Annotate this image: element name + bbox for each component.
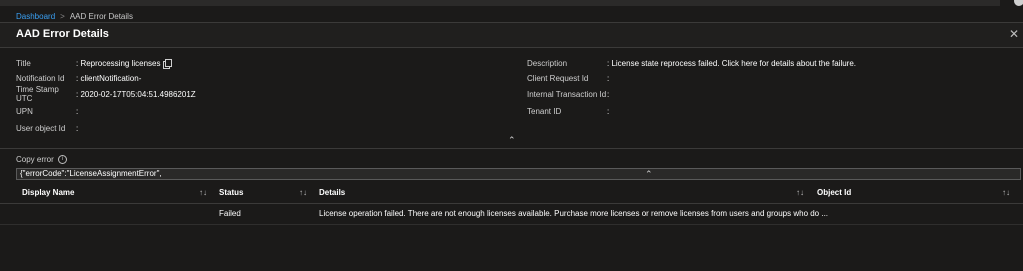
field-description: Description : License state reprocess fa… xyxy=(527,57,856,69)
table-header: Display Name ↑↓ Status ↑↓ Details ↑↓ Obj… xyxy=(0,183,1023,204)
section-divider xyxy=(0,148,1023,149)
top-bar xyxy=(0,0,1023,8)
field-label: User object Id xyxy=(16,123,66,133)
field-label: Notification Id xyxy=(16,73,65,83)
sort-icon[interactable]: ↑↓ xyxy=(796,188,804,197)
error-json-field[interactable]: {"errorCode":"LicenseAssignmentError", xyxy=(16,168,1021,180)
close-icon[interactable]: ✕ xyxy=(1009,27,1019,41)
field-label: Time Stamp UTC xyxy=(16,85,59,103)
error-details-section: Title : Reprocessing licenses Notificati… xyxy=(0,48,1023,148)
field-upn: UPN : xyxy=(16,105,78,117)
field-notification-id: Notification Id : clientNotification- xyxy=(16,72,141,84)
breadcrumb: Dashboard > AAD Error Details xyxy=(16,11,133,21)
field-title: Title : Reprocessing licenses xyxy=(16,57,173,69)
column-header-display-name[interactable]: Display Name xyxy=(22,188,74,197)
field-user-object-id: User object Id : xyxy=(16,122,78,134)
field-value-description-link[interactable]: : License state reprocess failed. Click … xyxy=(607,59,856,68)
field-label: Tenant ID xyxy=(527,106,562,116)
breadcrumb-dashboard-link[interactable]: Dashboard xyxy=(16,12,55,21)
column-header-details[interactable]: Details xyxy=(319,188,345,197)
panel-header: AAD Error Details ✕ xyxy=(0,22,1023,48)
breadcrumb-separator: > xyxy=(60,11,65,21)
field-label: Title xyxy=(16,58,31,68)
info-icon[interactable]: i xyxy=(57,155,67,164)
copy-error-header: Copy error i xyxy=(16,155,67,164)
field-tenant-id: Tenant ID : xyxy=(527,105,609,117)
field-value: : clientNotification- xyxy=(76,73,142,83)
page-title: AAD Error Details xyxy=(16,28,109,40)
field-value: : Reprocessing licenses xyxy=(76,58,161,68)
cell-status: Failed xyxy=(219,209,241,218)
column-header-object-id[interactable]: Object Id xyxy=(817,188,851,197)
collapse-json-chevron-up-icon[interactable]: ⌃ xyxy=(645,169,653,180)
portal-header-strip xyxy=(0,0,1000,6)
sort-icon[interactable]: ↑↓ xyxy=(1002,188,1010,197)
field-value: : xyxy=(607,106,610,116)
field-value: : xyxy=(607,73,610,83)
field-value: : xyxy=(607,89,610,99)
field-label: Internal Transaction Id xyxy=(527,89,607,99)
field-label: Client Request Id xyxy=(527,73,589,83)
field-value: : xyxy=(76,123,79,133)
field-value: : 2020-02-17T05:04:51.4986201Z xyxy=(76,89,196,99)
field-internal-transaction-id: Internal Transaction Id : xyxy=(527,88,609,100)
column-header-status[interactable]: Status xyxy=(219,188,243,197)
field-time-stamp: Time Stamp UTC : 2020-02-17T05:04:51.498… xyxy=(16,85,196,103)
field-label: Description xyxy=(527,58,568,68)
avatar[interactable] xyxy=(1014,0,1023,6)
sort-icon[interactable]: ↑↓ xyxy=(199,188,207,197)
field-label: UPN xyxy=(16,106,33,116)
sort-icon[interactable]: ↑↓ xyxy=(299,188,307,197)
collapse-details-chevron-up-icon[interactable]: ⌃ xyxy=(508,135,516,146)
cell-details: License operation failed. There are not … xyxy=(319,209,829,218)
breadcrumb-current: AAD Error Details xyxy=(69,11,133,21)
table-row[interactable]: Failed License operation failed. There a… xyxy=(0,204,1023,225)
copy-icon[interactable] xyxy=(163,59,173,69)
copy-error-label[interactable]: Copy error xyxy=(16,155,54,164)
field-value: : xyxy=(76,106,79,116)
field-client-request-id: Client Request Id : xyxy=(527,72,609,84)
